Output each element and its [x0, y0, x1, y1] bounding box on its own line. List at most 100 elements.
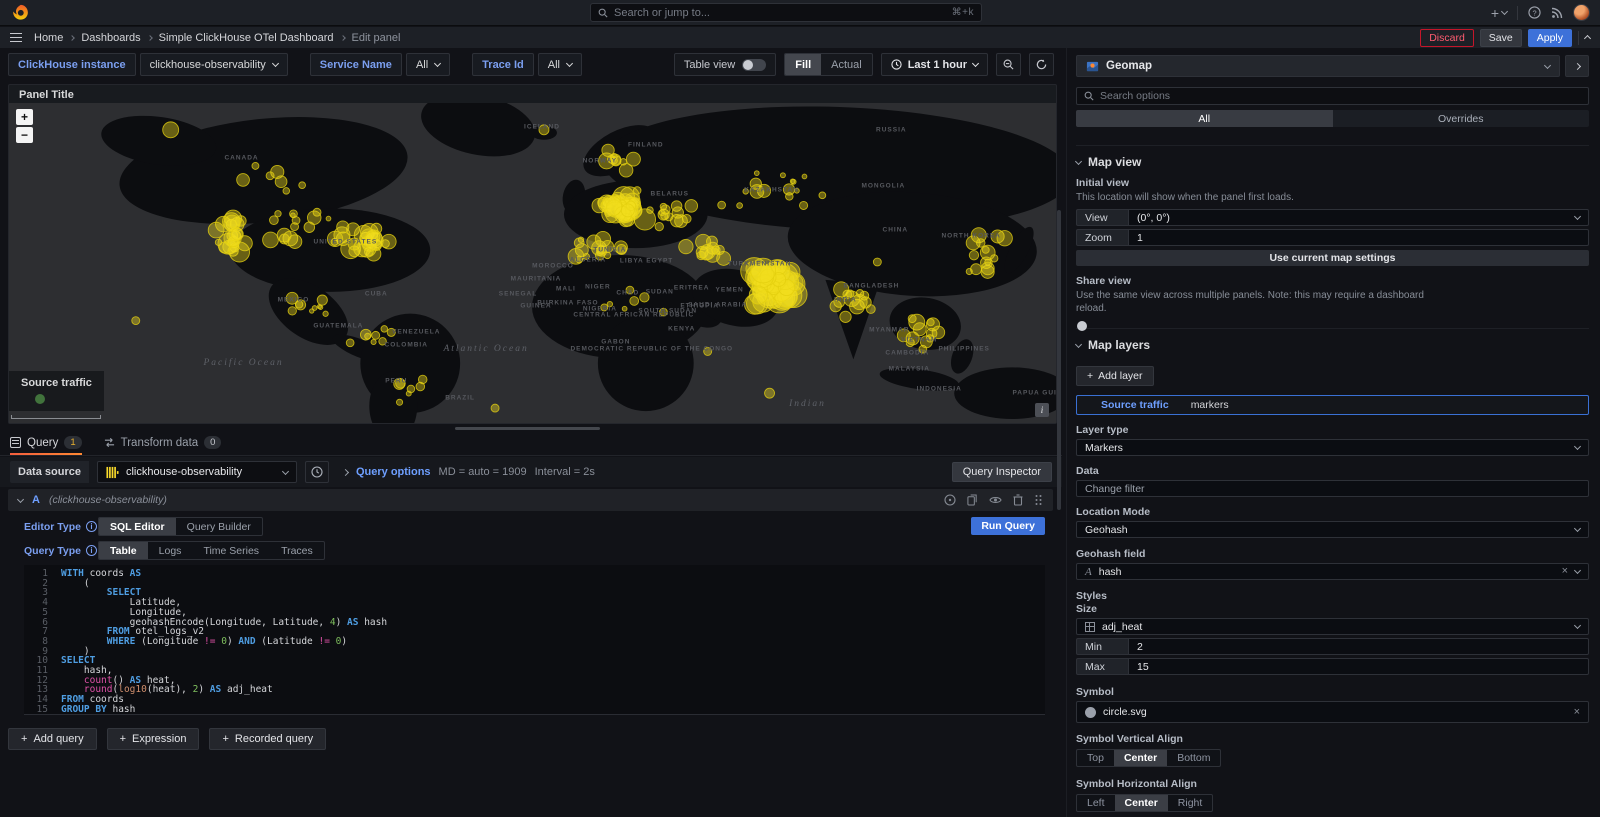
- valign-top[interactable]: Top: [1077, 750, 1114, 766]
- breadcrumb-home[interactable]: Home: [34, 32, 63, 44]
- news-icon[interactable]: [1551, 7, 1563, 19]
- section-map-view[interactable]: Map view: [1076, 145, 1589, 169]
- global-search[interactable]: Search or jump to... ⌘+k: [590, 3, 982, 22]
- query-type-table[interactable]: Table: [99, 542, 148, 559]
- datasource-row: Data source clickhouse-observability Que…: [0, 457, 1062, 487]
- datasource-help-button[interactable]: [305, 461, 329, 483]
- discard-button[interactable]: Discard: [1420, 29, 1474, 47]
- query-type-timeseries[interactable]: Time Series: [192, 542, 270, 559]
- panel-resize-handle[interactable]: [455, 427, 600, 430]
- collapse-chevron-icon[interactable]: [1584, 35, 1591, 42]
- size-field-select[interactable]: adj_heat: [1076, 618, 1589, 635]
- options-search[interactable]: Search options: [1076, 87, 1589, 105]
- layer-type-select[interactable]: Markers: [1076, 439, 1589, 456]
- zoom-out-time-button[interactable]: [996, 53, 1021, 76]
- table-view-toggle[interactable]: Table view: [674, 53, 776, 76]
- fill-option[interactable]: Fill: [785, 54, 821, 75]
- variable-value-service-name[interactable]: All: [406, 53, 450, 76]
- symbol-select[interactable]: circle.svg×: [1076, 701, 1589, 723]
- refresh-button[interactable]: [1029, 53, 1054, 76]
- query-options-interval: Interval = 2s: [535, 466, 595, 478]
- add-query-button[interactable]: +Add query: [8, 728, 97, 750]
- expression-button[interactable]: +Expression: [107, 728, 200, 750]
- halign-left[interactable]: Left: [1077, 795, 1115, 811]
- halign-right[interactable]: Right: [1168, 795, 1213, 811]
- variable-value-clickhouse-instance[interactable]: clickhouse-observability: [140, 53, 288, 76]
- view-select[interactable]: (0°, 0°): [1128, 209, 1589, 226]
- datasource-picker[interactable]: clickhouse-observability: [97, 461, 297, 483]
- duplicate-query-icon[interactable]: [967, 494, 978, 506]
- visualization-picker[interactable]: Geomap: [1076, 55, 1560, 77]
- data-filter-input[interactable]: Change filter: [1076, 480, 1589, 497]
- info-circle-icon: i: [86, 545, 97, 556]
- menu-icon[interactable]: [10, 33, 22, 43]
- query-inspector-button[interactable]: Query Inspector: [952, 462, 1052, 482]
- world-map[interactable]: RUSSIACANADAUNITED STATESMEXICOGUATEMALA…: [9, 103, 1056, 423]
- valign-bottom[interactable]: Bottom: [1167, 750, 1220, 766]
- scrollbar-thumb[interactable]: [1057, 210, 1061, 510]
- halign-center[interactable]: Center: [1115, 795, 1168, 811]
- apply-button[interactable]: Apply: [1528, 29, 1572, 47]
- time-range-picker[interactable]: Last 1 hour: [881, 53, 988, 76]
- min-input[interactable]: 2: [1128, 638, 1589, 655]
- chevron-down-icon: [1075, 340, 1082, 347]
- symbol-label: Symbol: [1076, 686, 1589, 698]
- delete-query-trash-icon[interactable]: [1013, 494, 1023, 506]
- collapse-options-button[interactable]: [1565, 55, 1589, 77]
- save-button[interactable]: Save: [1480, 29, 1522, 47]
- map-zoom-out-button[interactable]: −: [16, 127, 33, 143]
- run-query-button[interactable]: Run Query: [971, 517, 1045, 535]
- clear-icon[interactable]: ×: [1574, 707, 1580, 718]
- max-input[interactable]: 15: [1128, 658, 1589, 675]
- grafana-logo-icon[interactable]: [12, 4, 29, 21]
- variable-value-trace-id[interactable]: All: [538, 53, 582, 76]
- query-type-traces[interactable]: Traces: [270, 542, 324, 559]
- map-attribution-button[interactable]: i: [1035, 403, 1049, 417]
- legend-marker-icon: [35, 394, 45, 404]
- editor-type-sql[interactable]: SQL Editor: [99, 518, 176, 535]
- drag-handle-icon[interactable]: [1034, 494, 1043, 506]
- circle-symbol-icon: [1085, 707, 1096, 718]
- chevron-right-icon[interactable]: [342, 468, 349, 475]
- variable-label-trace-id: Trace Id: [472, 53, 534, 76]
- sql-code-editor[interactable]: 1WITH coords AS2 (3 SELECT4 Latitude,5 L…: [24, 565, 1045, 715]
- geomap-viz-icon: [1086, 60, 1099, 73]
- layer-row-source-traffic[interactable]: Source traffic markers: [1076, 395, 1589, 415]
- options-tab-all[interactable]: All: [1076, 110, 1333, 127]
- options-tab-overrides[interactable]: Overrides: [1333, 110, 1590, 127]
- geohash-field-select[interactable]: Ahash×: [1076, 563, 1589, 580]
- clear-icon[interactable]: ×: [1562, 566, 1568, 577]
- breadcrumb-dashboards[interactable]: Dashboards: [81, 32, 140, 44]
- help-icon[interactable]: ?: [1528, 6, 1541, 19]
- toggle-off-icon[interactable]: [742, 59, 766, 71]
- query-help-icon[interactable]: [944, 494, 956, 506]
- query-type-logs[interactable]: Logs: [148, 542, 193, 559]
- geohash-field-label: Geohash field: [1076, 548, 1589, 560]
- actual-option[interactable]: Actual: [821, 54, 872, 75]
- plus-icon: +: [120, 733, 126, 745]
- add-layer-button[interactable]: +Add layer: [1076, 366, 1154, 386]
- add-button[interactable]: +: [1491, 5, 1507, 21]
- zoom-input[interactable]: 1: [1128, 229, 1589, 246]
- chevron-right-icon: [147, 35, 153, 41]
- breadcrumb-dashboard-name[interactable]: Simple ClickHouse OTel Dashboard: [159, 32, 334, 44]
- hide-query-eye-icon[interactable]: [989, 495, 1002, 505]
- avatar[interactable]: [1573, 4, 1590, 21]
- use-current-map-settings-button[interactable]: Use current map settings: [1076, 250, 1589, 266]
- location-mode-select[interactable]: Geohash: [1076, 521, 1589, 538]
- chevron-right-icon: [340, 35, 346, 41]
- valign-center[interactable]: Center: [1114, 750, 1167, 766]
- query-header[interactable]: A (clickhouse-observability): [8, 489, 1053, 511]
- recorded-query-button[interactable]: +Recorded query: [209, 728, 326, 750]
- panel-title[interactable]: Panel Title: [9, 85, 1056, 103]
- editor-type-builder[interactable]: Query Builder: [176, 518, 262, 535]
- tab-query[interactable]: Query 1: [10, 436, 82, 455]
- query-options-toggle[interactable]: Query options: [356, 466, 431, 478]
- layer-name[interactable]: Source traffic: [1101, 399, 1169, 411]
- world-map-base: [9, 103, 1056, 423]
- collapse-query-chevron-icon[interactable]: [17, 495, 24, 502]
- chevron-down-icon: [1574, 213, 1581, 220]
- map-zoom-in-button[interactable]: +: [16, 109, 33, 125]
- section-map-layers[interactable]: Map layers: [1076, 328, 1589, 352]
- tab-transform-data[interactable]: Transform data 0: [104, 436, 222, 455]
